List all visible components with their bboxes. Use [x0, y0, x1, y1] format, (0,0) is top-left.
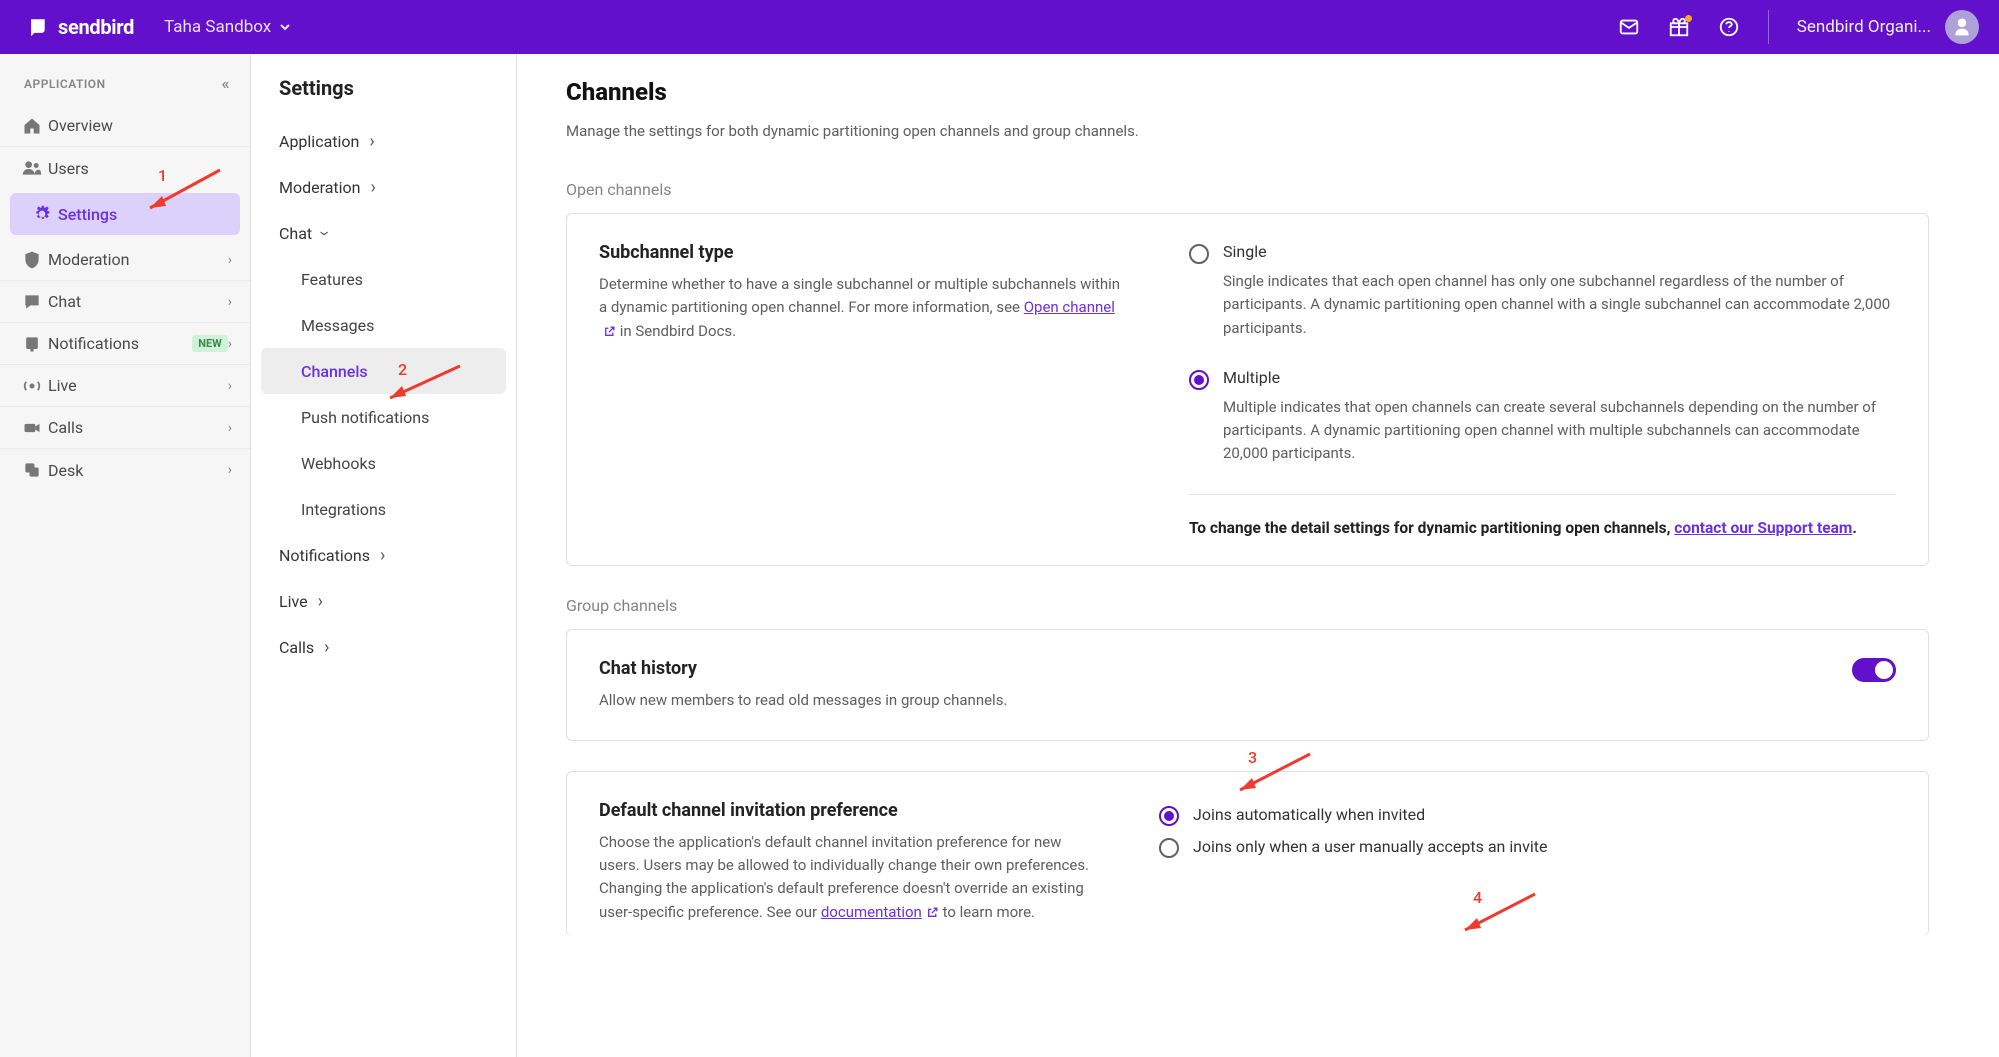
invitation-doc-link[interactable]: documentation — [821, 903, 939, 921]
settings-nav-notifications[interactable]: Notifications — [251, 532, 516, 578]
chevron-right-icon: › — [228, 462, 232, 478]
radio-single-description: Single indicates that each open channel … — [1223, 270, 1896, 340]
chat-history-toggle[interactable] — [1852, 658, 1896, 682]
sidebar-item-label: Users — [48, 159, 232, 178]
sidebar-item-calls[interactable]: Calls › — [0, 407, 250, 449]
settings-nav-chat[interactable]: Chat — [251, 210, 516, 256]
main-content: Channels Manage the settings for both dy… — [517, 54, 1999, 1057]
chat-history-card: Chat history Allow new members to read o… — [566, 629, 1929, 741]
sidebar-item-label: Moderation — [48, 250, 228, 269]
sendbird-logo-icon — [26, 15, 50, 39]
subchannel-description: Determine whether to have a single subch… — [599, 273, 1129, 345]
settings-nav-moderation[interactable]: Moderation — [251, 164, 516, 210]
invitation-preference-card: Default channel invitation preference Ch… — [566, 771, 1929, 936]
open-channels-section-label: Open channels — [566, 180, 1929, 199]
settings-nav-application[interactable]: Application — [251, 118, 516, 164]
chevron-right-icon: › — [228, 336, 232, 352]
radio-auto-join[interactable] — [1159, 806, 1179, 826]
new-badge: NEW — [192, 335, 228, 352]
help-icon[interactable] — [1718, 16, 1740, 38]
video-icon — [22, 418, 42, 438]
settings-subnav-webhooks[interactable]: Webhooks — [261, 440, 506, 486]
sidebar-item-label: Chat — [48, 292, 228, 311]
gear-icon — [32, 204, 52, 224]
notification-dot — [1685, 15, 1692, 22]
sidebar-item-label: Notifications — [48, 334, 186, 353]
page-title: Channels — [566, 78, 1929, 106]
sidebar-item-settings[interactable]: Settings — [10, 193, 240, 235]
workspace-selector[interactable]: Taha Sandbox — [164, 17, 291, 37]
settings-nav-live[interactable]: Live — [251, 578, 516, 624]
mail-icon[interactable] — [1618, 16, 1640, 38]
chevron-right-icon: › — [228, 420, 232, 436]
user-avatar[interactable] — [1945, 10, 1979, 44]
collapse-sidebar-icon[interactable]: « — [222, 74, 230, 93]
radio-multiple-description: Multiple indicates that open channels ca… — [1223, 396, 1896, 466]
sidebar-item-live[interactable]: Live › — [0, 365, 250, 407]
radio-manual-join-label: Joins only when a user manually accepts … — [1193, 837, 1547, 856]
settings-sidebar: Settings Application Moderation Chat Fea… — [251, 54, 517, 1057]
settings-subnav-integrations[interactable]: Integrations — [261, 486, 506, 532]
radio-multiple[interactable] — [1189, 370, 1209, 390]
sidebar-item-overview[interactable]: Overview — [0, 105, 250, 147]
external-link-icon — [603, 322, 616, 345]
sidebar-item-label: Live — [48, 376, 228, 395]
sidebar-item-label: Settings — [58, 205, 222, 224]
chevron-down-icon — [279, 21, 291, 33]
chat-history-description: Allow new members to read old messages i… — [599, 689, 1129, 712]
desk-icon — [22, 460, 42, 480]
gift-icon[interactable] — [1668, 16, 1690, 38]
sidebar-item-notifications[interactable]: Notifications NEW › — [0, 323, 250, 365]
brand-text: sendbird — [58, 15, 134, 39]
chevron-right-icon: › — [228, 252, 232, 268]
contact-support-link[interactable]: contact our Support team — [1674, 519, 1852, 537]
org-menu[interactable]: Sendbird Organi... — [1768, 10, 1979, 44]
radio-multiple-label: Multiple — [1223, 368, 1280, 387]
settings-nav-calls[interactable]: Calls — [251, 624, 516, 670]
settings-subnav-features[interactable]: Features — [261, 256, 506, 302]
users-icon — [22, 158, 42, 178]
topbar: sendbird Taha Sandbox Sendbird Organi... — [0, 0, 1999, 54]
settings-subnav-channels[interactable]: Channels — [261, 348, 506, 394]
sidebar-item-moderation[interactable]: Moderation › — [0, 239, 250, 281]
sidebar-item-label: Calls — [48, 418, 228, 437]
subchannel-type-card: Subchannel type Determine whether to hav… — [566, 213, 1929, 566]
radio-single-label: Single — [1223, 242, 1267, 261]
workspace-name: Taha Sandbox — [164, 17, 271, 37]
chat-icon — [22, 292, 42, 312]
radio-single[interactable] — [1189, 244, 1209, 264]
radio-auto-join-label: Joins automatically when invited — [1193, 805, 1425, 824]
chevron-right-icon: › — [228, 294, 232, 310]
radio-manual-join[interactable] — [1159, 838, 1179, 858]
settings-subnav-push[interactable]: Push notifications — [261, 394, 506, 440]
sidebar-item-chat[interactable]: Chat › — [0, 281, 250, 323]
settings-subnav-messages[interactable]: Messages — [261, 302, 506, 348]
external-link-icon — [926, 903, 939, 926]
sidebar-item-users[interactable]: Users — [0, 147, 250, 189]
bell-icon — [22, 334, 42, 354]
sidebar-item-label: Desk — [48, 461, 228, 480]
broadcast-icon — [22, 376, 42, 396]
brand-logo[interactable]: sendbird — [26, 15, 134, 39]
sidebar-section-label: APPLICATION — [24, 77, 106, 91]
chevron-right-icon: › — [228, 378, 232, 394]
group-channels-section-label: Group channels — [566, 596, 1929, 615]
sidebar-item-label: Overview — [48, 116, 232, 135]
invitation-description: Choose the application's default channel… — [599, 831, 1099, 926]
sidebar-item-desk[interactable]: Desk › — [0, 449, 250, 491]
primary-sidebar: APPLICATION « Overview Users Settings Mo… — [0, 54, 251, 1057]
page-description: Manage the settings for both dynamic par… — [566, 122, 1929, 140]
settings-sidebar-title: Settings — [251, 76, 516, 118]
subchannel-title: Subchannel type — [599, 242, 1129, 263]
support-notice: To change the detail settings for dynami… — [1189, 519, 1896, 537]
invitation-title: Default channel invitation preference — [599, 800, 1099, 821]
shield-icon — [22, 250, 42, 270]
chat-history-title: Chat history — [599, 658, 1129, 679]
org-name: Sendbird Organi... — [1797, 17, 1931, 37]
home-icon — [22, 116, 42, 136]
